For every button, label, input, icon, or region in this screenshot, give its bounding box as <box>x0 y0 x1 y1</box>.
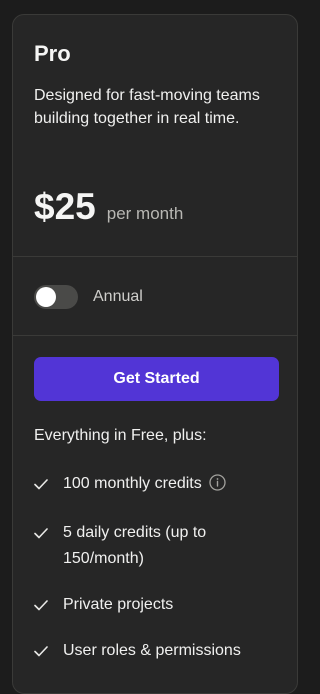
feature-label: 5 daily credits (up to 150/month) <box>63 524 207 567</box>
billing-toggle-row: Annual <box>34 285 143 309</box>
annual-billing-toggle[interactable] <box>34 285 78 309</box>
feature-label: Private projects <box>63 596 174 613</box>
feature-list: 100 monthly credits 5 daily credits (up … <box>34 471 284 684</box>
feature-label: User roles & permissions <box>63 642 241 659</box>
check-icon <box>34 520 50 546</box>
plan-description: Designed for fast-moving teams building … <box>34 87 260 127</box>
get-started-button[interactable]: Get Started <box>34 357 279 401</box>
list-item: 5 daily credits (up to 150/month) <box>34 520 284 572</box>
check-icon <box>34 638 50 664</box>
list-item: Private projects <box>34 592 284 618</box>
price-period: per month <box>106 204 184 223</box>
feature-text: 100 monthly credits <box>63 471 226 500</box>
price-amount: $25 <box>34 186 96 227</box>
check-icon <box>34 592 50 618</box>
divider <box>13 335 297 336</box>
pricing-card: Pro Designed for fast-moving teams build… <box>12 14 298 694</box>
divider <box>13 256 297 257</box>
plan-name: Pro <box>34 41 71 66</box>
toggle-label: Annual <box>93 288 143 305</box>
check-icon <box>34 471 50 497</box>
list-item: User roles & permissions <box>34 638 284 664</box>
list-item: 100 monthly credits <box>34 471 284 500</box>
toggle-knob <box>36 287 56 307</box>
info-icon[interactable] <box>209 474 226 500</box>
price-row: $25 per month <box>34 187 183 227</box>
features-intro: Everything in Free, plus: <box>34 427 207 444</box>
feature-label: 100 monthly credits <box>63 475 202 492</box>
